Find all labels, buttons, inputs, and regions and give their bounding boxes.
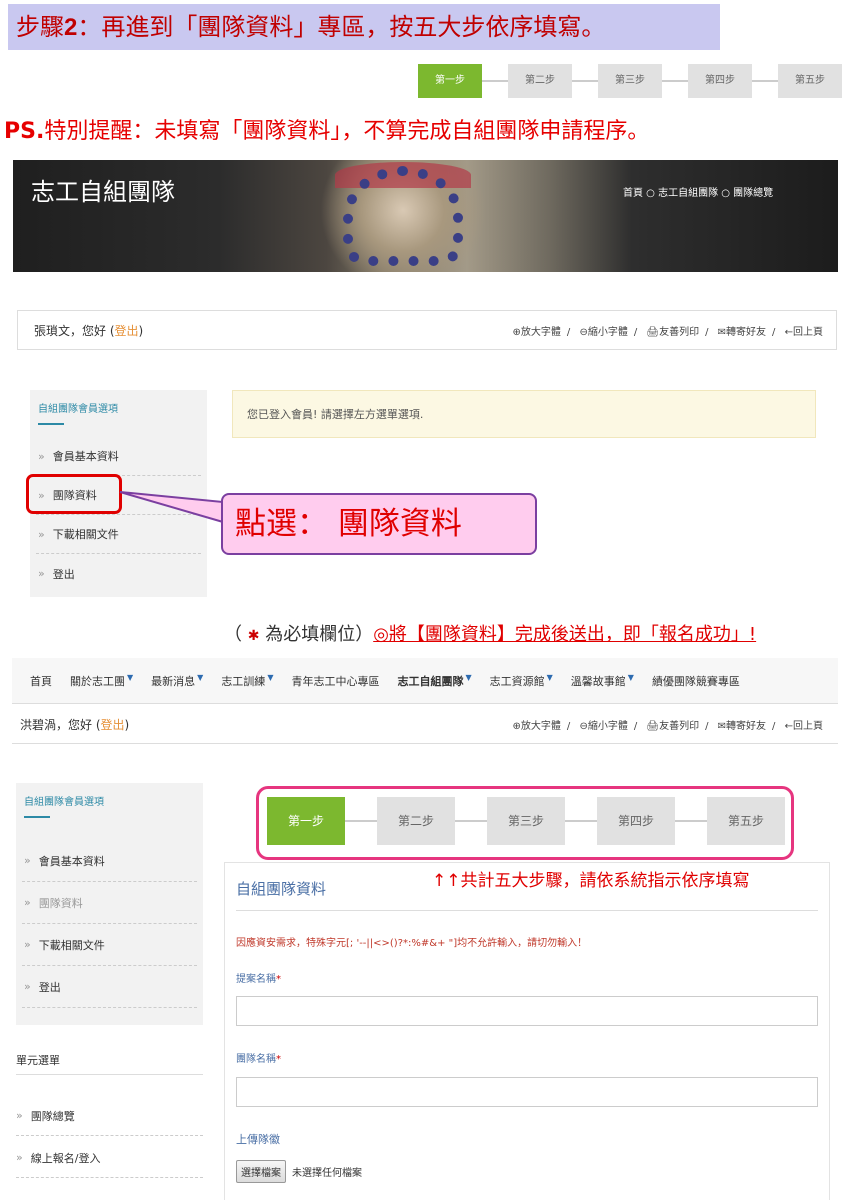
- sidebar-title: 自組團隊會員選項: [38, 404, 118, 415]
- hero-artwork-face: [343, 166, 463, 266]
- nav-item-5[interactable]: 志工自組團隊 ▼: [397, 673, 471, 689]
- breadcrumb[interactable]: 首頁 ○ 志工自組團隊 ○ 團隊總覽: [623, 184, 773, 199]
- chevron-right-icon: »: [24, 854, 31, 867]
- form-panel: [224, 862, 830, 1200]
- chevron-right-icon: »: [16, 1151, 23, 1164]
- choose-file-button[interactable]: 選擇檔案: [236, 1160, 286, 1183]
- top-stepper: 第一步 第二步 第三步 第四步 第五步: [418, 64, 842, 98]
- enlarge-font-link[interactable]: ⊕放大字體: [512, 721, 560, 732]
- nav-item-1[interactable]: 關於志工團 ▼: [70, 673, 133, 689]
- print-link[interactable]: 🖨友善列印: [646, 327, 699, 338]
- back-link[interactable]: ←回上頁: [785, 327, 823, 338]
- sidebar-item-team[interactable]: » 團隊資料: [22, 882, 197, 924]
- unit-item-signup[interactable]: » 線上報名/登入: [16, 1138, 203, 1178]
- page-tools-2: ⊕放大字體 / ⊖縮小字體 / 🖨友善列印 / ✉轉寄好友 / ←回上頁: [512, 721, 823, 732]
- chevron-right-icon: »: [16, 1109, 23, 1122]
- chevron-right-icon: »: [38, 449, 45, 463]
- hero-title: 志工自組團隊: [31, 178, 175, 206]
- required-note: （ ✱ 為必填欄位）◎將【團隊資料】完成後送出，即「報名成功」!: [224, 624, 757, 645]
- chevron-right-icon: »: [38, 527, 45, 541]
- caret-down-icon: ▼: [627, 672, 634, 682]
- highlight-box: [26, 474, 122, 514]
- caret-down-icon: ▼: [197, 672, 204, 682]
- back-link[interactable]: ←回上頁: [785, 721, 823, 732]
- top-step-3[interactable]: 第三步: [598, 64, 662, 98]
- team-name-label: 團隊名稱*: [236, 1054, 281, 1065]
- nav-item-4[interactable]: 青年志工中心專區: [291, 673, 379, 689]
- logout-link[interactable]: 登出: [115, 324, 139, 338]
- unit-menu-title: 單元選單: [16, 1054, 60, 1067]
- top-step-1[interactable]: 第一步: [418, 64, 482, 98]
- ps-reminder: PS.特別提醒：未填寫「團隊資料」，不算完成自組團隊申請程序。: [4, 119, 650, 144]
- nav-item-3[interactable]: 志工訓練 ▼: [221, 673, 273, 689]
- top-step-2[interactable]: 第二步: [508, 64, 572, 98]
- caret-down-icon: ▼: [267, 672, 274, 682]
- sidebar-item-logout[interactable]: » 登出: [22, 966, 197, 1008]
- nav-item-7[interactable]: 溫馨故事館 ▼: [571, 673, 634, 689]
- user-bar: 張瑣文，您好 (登出) ⊕放大字體 / ⊖縮小字體 / 🖨友善列印 / ✉轉寄好友 / …: [17, 310, 837, 350]
- callout-pointer: [119, 491, 224, 524]
- hero-banner: 志工自組團隊 首頁 ○ 志工自組團隊 ○ 團隊總覽: [13, 160, 838, 272]
- caret-down-icon: ▼: [465, 672, 472, 682]
- callout-label: 點選： 團隊資料: [221, 493, 537, 555]
- nav-item-2[interactable]: 最新消息 ▼: [151, 673, 203, 689]
- nav-item-6[interactable]: 志工資源館 ▼: [490, 673, 553, 689]
- print-link[interactable]: 🖨友善列印: [646, 721, 699, 732]
- user-bar-2: 洪碧渦，您好 (登出) ⊕放大字體 / ⊖縮小字體 / 🖨友善列印 / ✉轉寄好友 / …: [12, 706, 838, 744]
- caret-down-icon: ▼: [546, 672, 553, 682]
- sidebar-item-profile[interactable]: » 會員基本資料: [22, 840, 197, 882]
- proposal-name-input[interactable]: [236, 996, 818, 1026]
- login-alert: 您已登入會員! 請選擇左方選單選項.: [232, 390, 816, 438]
- chevron-right-icon: »: [24, 896, 31, 909]
- logout-link-2[interactable]: 登出: [101, 718, 125, 732]
- steps-note: ↑↑共計五大步驟，請依系統指示依序填寫: [432, 871, 750, 891]
- forward-link[interactable]: ✉轉寄好友: [718, 721, 766, 732]
- file-status: 未選擇任何檔案: [292, 1168, 362, 1179]
- chevron-right-icon: »: [24, 938, 31, 951]
- form-title: 自組團隊資料: [236, 880, 327, 898]
- upload-logo-label: 上傳隊徽: [236, 1133, 280, 1146]
- top-step-4[interactable]: 第四步: [688, 64, 752, 98]
- chevron-right-icon: »: [24, 980, 31, 993]
- proposal-name-label: 提案名稱*: [236, 974, 281, 985]
- top-step-5[interactable]: 第五步: [778, 64, 842, 98]
- caret-down-icon: ▼: [127, 672, 134, 682]
- member-sidebar-2: 自組團隊會員選項 » 會員基本資料 » 團隊資料 » 下載相關文件 » 登出: [16, 783, 203, 1025]
- sidebar-item-download[interactable]: » 下載相關文件: [22, 924, 197, 966]
- chevron-right-icon: »: [38, 567, 45, 580]
- security-warning: 因應資安需求，特殊字元[; '--||<>()?*:%#&+ "]均不允許輸入，…: [236, 938, 588, 949]
- shrink-font-link[interactable]: ⊖縮小字體: [579, 721, 627, 732]
- enlarge-font-link[interactable]: ⊕放大字體: [512, 327, 560, 338]
- page-tools: ⊕放大字體 / ⊖縮小字體 / 🖨友善列印 / ✉轉寄好友 / ←回上頁: [512, 326, 823, 338]
- nav-item-8[interactable]: 績優團隊競賽專區: [652, 673, 740, 689]
- required-star-icon: ✱: [247, 628, 260, 644]
- nav-item-0[interactable]: 首頁: [30, 673, 52, 689]
- step-banner: 步驟2：再進到「團隊資料」專區，按五大步依序填寫。: [8, 4, 720, 50]
- forward-link[interactable]: ✉轉寄好友: [718, 327, 766, 338]
- user-greeting: 張瑣文，您好 (登出): [34, 323, 144, 338]
- sidebar-item-logout[interactable]: » 登出: [36, 554, 201, 593]
- shrink-font-link[interactable]: ⊖縮小字體: [579, 327, 627, 338]
- sidebar-title: 自組團隊會員選項: [24, 797, 104, 808]
- unit-item-overview[interactable]: » 團隊總覽: [16, 1096, 203, 1136]
- main-nav: 首頁 關於志工團 ▼ 最新消息 ▼ 志工訓練 ▼ 青年志工中心專區 志工自組團隊 ▼ 志工資源館 ▼ 溫…: [12, 658, 838, 704]
- sidebar-item-profile[interactable]: » 會員基本資料: [36, 437, 201, 476]
- steps-highlight-frame: [256, 786, 794, 860]
- team-name-input[interactable]: [236, 1077, 818, 1107]
- user-greeting-2: 洪碧渦，您好 (登出): [20, 718, 130, 732]
